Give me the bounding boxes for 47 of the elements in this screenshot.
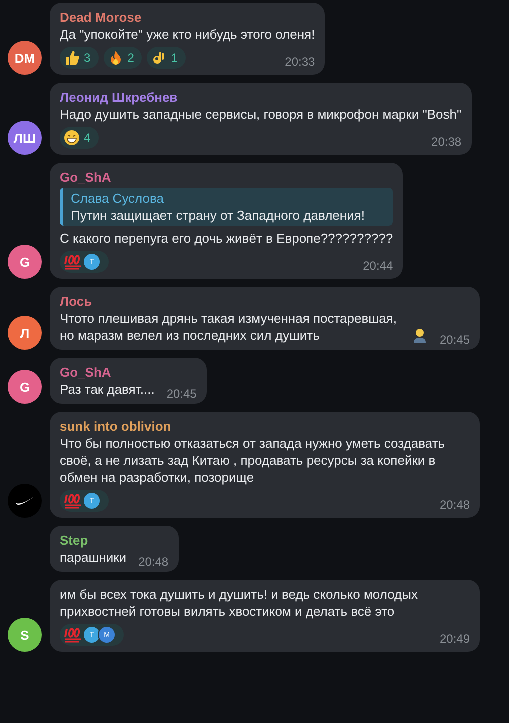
quote-author: Слава Суслова	[71, 190, 165, 207]
hundred-points-icon	[64, 627, 82, 643]
message-text: Да "упокойте" уже кто нибудь этого оленя!	[60, 26, 316, 43]
author-name[interactable]: sunk into oblivion	[60, 418, 470, 435]
user-avatar[interactable]: ЛШ	[8, 121, 42, 155]
reply-quote[interactable]: Слава Суслова Путин защищает страну от Западного давления!	[60, 188, 394, 226]
message-time: 20:49	[440, 632, 470, 646]
message-time: 20:48	[440, 498, 470, 512]
user-avatar[interactable]: DM	[8, 41, 42, 75]
logo-avatar[interactable]	[8, 484, 42, 518]
message-text: Надо душить западные сервисы, говоря в микрофон марки "Bosh"	[60, 106, 462, 123]
author-name[interactable]: Go_ShA	[60, 169, 394, 186]
message-text: С какого перепуга его дочь живёт в Европе??????????	[60, 230, 394, 247]
hundred-points-icon	[64, 493, 82, 509]
reaction-chip[interactable]: 2	[104, 47, 142, 69]
message-text: Что бы полностью отказаться от запада нужно уметь создавать своё, а не лизать зад Китаю , продавать ресурсы за копейки в обмен на разработки, позорище	[60, 435, 446, 486]
thumbs-up-icon	[64, 50, 80, 66]
reaction-chip[interactable]: 1	[147, 47, 186, 69]
message-time: 20:44	[363, 259, 394, 273]
message-time: 20:38	[432, 135, 462, 149]
quote-text: Путин защищает страну от Западного давления!	[71, 207, 366, 224]
message-text: им бы всех тока душить и душить! и ведь сколько молодых прихвостней готовы вилять хвостиком и делать всё это	[60, 586, 419, 620]
author-name[interactable]: Леонид Шкребнев	[60, 89, 462, 106]
author-name[interactable]: Лось	[60, 293, 470, 310]
message-text: Чтото плешивая дрянь такая измученная постаревшая, но маразм велел из последних сил душить	[60, 310, 398, 344]
message-text: Раз так давят....	[60, 381, 155, 398]
message-time: 20:45	[166, 387, 197, 401]
message-text: парашники	[60, 549, 127, 566]
grinning-face-icon	[64, 130, 80, 146]
reaction-count: 2	[128, 50, 134, 66]
reaction-chip[interactable]: 4	[60, 127, 99, 149]
message-time: 20:33	[285, 55, 316, 69]
reaction-count: 1	[171, 50, 178, 66]
reaction-count: 4	[84, 130, 91, 146]
user-avatar[interactable]: G	[8, 245, 42, 279]
message-time: 20:45	[438, 333, 470, 347]
user-avatar[interactable]: Л	[8, 316, 42, 350]
hundred-points-icon	[64, 254, 82, 270]
reaction-count: 3	[84, 50, 91, 66]
user-avatar[interactable]: S	[8, 618, 42, 652]
author-name[interactable]: Go_ShA	[60, 364, 197, 381]
reaction-chip[interactable]: 3	[60, 47, 99, 69]
message-time: 20:48	[138, 555, 169, 569]
author-name[interactable]: Step	[60, 532, 169, 549]
user-avatar[interactable]: G	[8, 370, 42, 404]
author-name[interactable]: Dead Morose	[60, 9, 316, 26]
person-icon	[412, 327, 428, 343]
